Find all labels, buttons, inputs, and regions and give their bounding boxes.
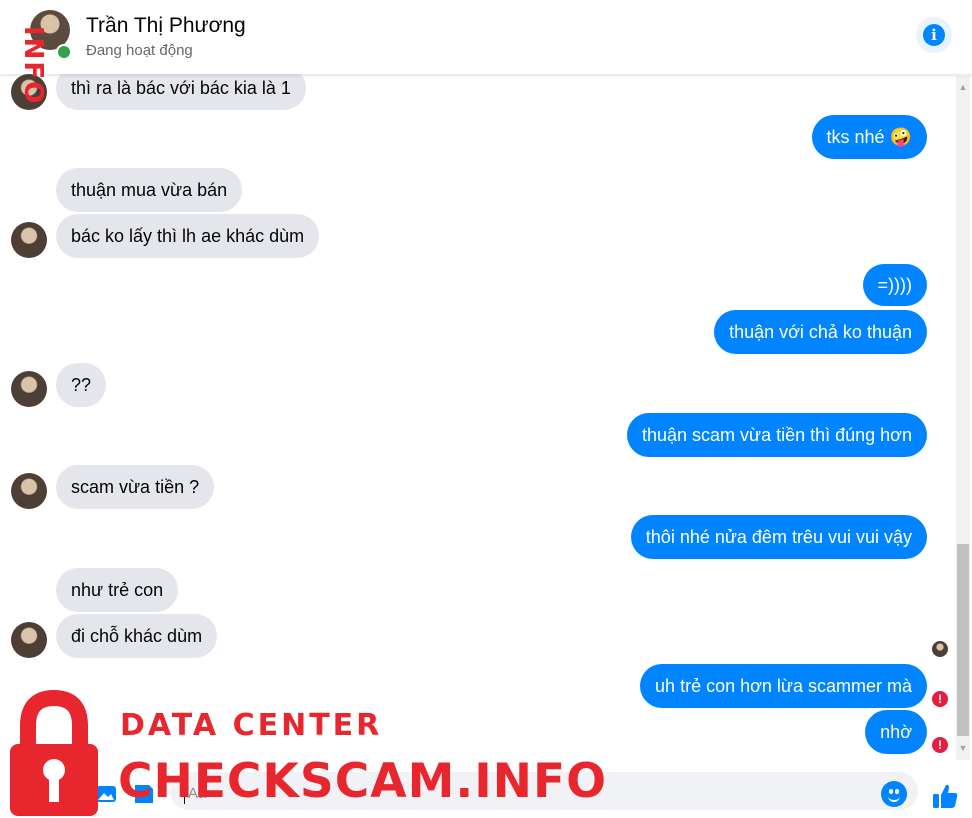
send-error-icon[interactable]: ! <box>932 737 948 753</box>
message-outgoing[interactable]: uh trẻ con hơn lừa scammer mà <box>640 664 927 708</box>
padlock-watermark-icon <box>10 690 98 816</box>
crazy-face-emoji-icon: 🤪 <box>889 127 912 147</box>
emoji-icon[interactable] <box>881 781 907 807</box>
message-incoming[interactable]: như trẻ con <box>56 568 179 612</box>
watermark-line2: CHECKSCAM.INFO <box>118 754 608 809</box>
message-outgoing[interactable]: thôi nhé nửa đêm trêu vui vui vậy <box>630 515 927 559</box>
sender-avatar <box>11 622 47 658</box>
contact-name[interactable]: Trần Thị Phương <box>86 14 246 38</box>
message-text: thuận mua vừa bán <box>71 180 228 200</box>
message-text: scam vừa tiền ? <box>71 477 200 497</box>
message-outgoing[interactable]: tks nhé 🤪 <box>811 115 927 159</box>
conversation-header: Trần Thị Phương Đang hoạt động i <box>0 0 972 74</box>
conversation-info-button[interactable]: i <box>916 17 952 53</box>
sender-avatar <box>11 371 47 407</box>
message-text: bác ko lấy thì lh ae khác dùm <box>71 226 305 246</box>
scrollbar-thumb[interactable] <box>957 544 969 736</box>
message-text: như trẻ con <box>71 580 164 600</box>
info-icon: i <box>923 24 945 46</box>
message-text: đi chỗ khác dùm <box>71 626 203 646</box>
message-text: thôi nhé nửa đêm trêu vui vui vậy <box>645 527 912 547</box>
watermark-line1: DATA CENTER <box>120 708 383 743</box>
seen-indicator-avatar <box>932 641 948 657</box>
message-outgoing[interactable]: thuận với chả ko thuận <box>714 310 927 354</box>
message-text: ?? <box>71 375 92 395</box>
sender-avatar <box>11 222 47 258</box>
scroll-up-arrow-icon[interactable]: ▲ <box>956 82 970 92</box>
message-text: uh trẻ con hơn lừa scammer mà <box>655 676 912 696</box>
message-incoming[interactable]: scam vừa tiền ? <box>56 465 215 509</box>
message-incoming[interactable]: bác ko lấy thì lh ae khác dùm <box>56 214 320 258</box>
message-thread: thì ra là bác với bác kia là 1 tks nhé 🤪… <box>0 66 972 760</box>
message-outgoing[interactable]: nhờ <box>865 710 927 754</box>
send-error-icon[interactable]: ! <box>932 691 948 707</box>
like-icon[interactable] <box>930 781 960 811</box>
message-text: thì ra là bác với bác kia là 1 <box>71 78 291 98</box>
message-text: =)))) <box>877 275 913 295</box>
message-text: thuận scam vừa tiền thì đúng hơn <box>641 425 912 445</box>
scroll-down-arrow-icon[interactable]: ▼ <box>956 743 970 753</box>
message-incoming[interactable]: ?? <box>56 363 107 407</box>
message-text: thuận với chả ko thuận <box>729 322 912 342</box>
message-outgoing[interactable]: =)))) <box>862 264 927 306</box>
contact-status: Đang hoạt động <box>86 42 193 59</box>
online-indicator <box>56 44 72 60</box>
message-incoming[interactable]: đi chỗ khác dùm <box>56 614 218 658</box>
message-text: nhờ <box>880 722 912 742</box>
watermark-corner: INFO <box>18 26 48 106</box>
sender-avatar <box>11 473 47 509</box>
message-incoming[interactable]: thuận mua vừa bán <box>56 168 243 212</box>
message-outgoing[interactable]: thuận scam vừa tiền thì đúng hơn <box>626 413 927 457</box>
message-text: tks nhé <box>826 127 885 147</box>
